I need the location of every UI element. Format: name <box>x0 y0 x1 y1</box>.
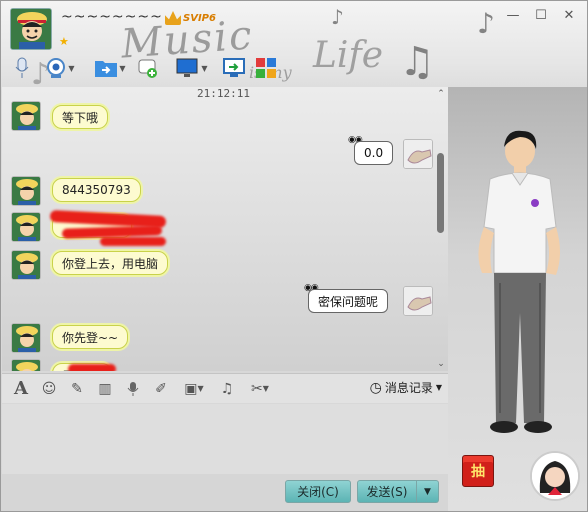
qq-chat-window: ~~~~~~~~ SVIP6 ★ Music is my Life ♪ ♫ ♪ … <box>0 0 588 512</box>
luffy-avatar-icon <box>12 324 40 352</box>
apps-button[interactable] <box>253 55 279 81</box>
contact-avatar[interactable] <box>11 323 41 353</box>
input-toolbar: A ☺ ✎ ▥ ✐ ▣ ▼ ♫ ✂ ▼ ◷ 消息记录 ▼ <box>2 373 448 403</box>
contact-avatar[interactable] <box>11 359 41 371</box>
action-buttons: 关闭(C) 发送(S) ▼ <box>285 480 439 503</box>
message-bubble[interactable]: 等下哦 <box>52 105 109 129</box>
luffy-avatar-icon <box>12 177 40 205</box>
voice-message-icon[interactable] <box>124 380 142 398</box>
send-file-button[interactable]: ▼ <box>91 55 129 81</box>
edit-icon[interactable]: ✐ <box>152 380 170 398</box>
magic-wand-icon[interactable]: ✎ <box>68 380 86 398</box>
luffy-avatar-icon <box>12 251 40 279</box>
scroll-up-icon[interactable]: ⌃ <box>435 89 447 99</box>
microphone-icon <box>15 57 29 78</box>
top-toolbar: ▼ ▼ ▼ <box>9 55 279 81</box>
close-button[interactable]: 关闭(C) <box>285 480 351 503</box>
my-avatar[interactable] <box>403 139 433 169</box>
decor-text-life: Life <box>313 35 384 76</box>
add-chat-icon <box>138 59 157 78</box>
message-timestamp: 21:12:11 <box>197 87 250 100</box>
video-call-button[interactable]: ▼ <box>41 55 79 81</box>
hand-avatar-icon <box>404 287 432 315</box>
monitor-icon <box>176 58 198 77</box>
chat-scrollbar[interactable]: ⌃ ⌄ <box>434 87 448 371</box>
contact-avatar[interactable] <box>10 8 52 50</box>
window-controls: — ☐ ✕ <box>505 7 577 23</box>
my-avatar[interactable] <box>403 286 433 316</box>
remote-desktop-button[interactable]: ▼ <box>173 55 211 81</box>
send-button[interactable]: 发送(S) <box>357 480 417 503</box>
lucky-draw-button[interactable]: 抽 <box>462 455 494 487</box>
luffy-avatar-icon <box>12 360 40 371</box>
close-icon[interactable]: ✕ <box>561 7 577 23</box>
chevron-down-icon: ▼ <box>435 383 442 392</box>
luffy-avatar-icon <box>11 9 51 49</box>
clock-icon: ◷ <box>369 379 382 396</box>
contact-avatar[interactable] <box>11 212 41 242</box>
create-discussion-button[interactable] <box>135 55 161 81</box>
share-screen-icon <box>223 58 245 77</box>
avatar-figure-icon <box>478 130 560 433</box>
emoji-icon[interactable]: ☺ <box>40 380 58 398</box>
folder-icon <box>95 61 118 77</box>
minimize-icon[interactable]: — <box>505 7 521 23</box>
star-icon[interactable]: ★ <box>59 35 69 48</box>
girl-avatar-icon <box>532 453 578 499</box>
contact-avatar[interactable] <box>11 101 41 131</box>
message-input[interactable] <box>2 404 448 474</box>
scrollbar-thumb[interactable] <box>437 153 444 233</box>
luffy-avatar-icon <box>12 213 40 241</box>
redaction-mark <box>68 364 116 371</box>
chevron-down-icon[interactable]: ▼ <box>201 64 207 73</box>
music-note-icon: ♪ <box>477 7 495 40</box>
message-bubble[interactable]: 你先登~~ <box>52 325 129 349</box>
share-screen-button[interactable] <box>221 55 247 81</box>
shake-window-icon[interactable]: ▥ <box>96 380 114 398</box>
chevron-down-icon[interactable]: ▼ <box>417 480 439 503</box>
chevron-down-icon[interactable]: ▼ <box>68 64 74 73</box>
luffy-avatar-icon <box>12 102 40 130</box>
music-note-icon: ♪ <box>331 5 344 29</box>
apps-grid-icon <box>256 58 276 78</box>
screenshot-scissors-icon[interactable]: ✂ ▼ <box>246 380 274 398</box>
hand-avatar-icon <box>404 140 432 168</box>
message-bubble[interactable]: 密保问题呢 <box>308 289 389 313</box>
character-show-panel: 抽 <box>448 87 587 511</box>
send-button-group: 发送(S) ▼ <box>357 480 439 503</box>
redaction-mark <box>100 237 166 246</box>
message-bubble[interactable]: 844350793 <box>52 178 141 202</box>
music-icon[interactable]: ♫ <box>218 380 236 398</box>
character-avatar-button[interactable] <box>530 451 580 501</box>
microphone-icon <box>127 381 139 396</box>
image-icon[interactable]: ▣ ▼ <box>180 380 208 398</box>
contact-avatar[interactable] <box>11 176 41 206</box>
font-icon[interactable]: A <box>12 378 30 399</box>
message-bubble[interactable]: 0.0 <box>354 141 394 165</box>
scroll-down-icon[interactable]: ⌄ <box>435 359 447 369</box>
music-note-icon: ♫ <box>399 39 435 85</box>
chat-history[interactable]: 21:12:11 等下哦 ◉◉ 0.0 844350793 你登上去，用电脑 ◉… <box>2 87 448 371</box>
message-history-button[interactable]: ◷ 消息记录 ▼ <box>370 379 442 396</box>
maximize-icon[interactable]: ☐ <box>533 7 549 23</box>
contact-avatar[interactable] <box>11 250 41 280</box>
webcam-icon <box>47 58 66 78</box>
message-bubble[interactable]: 你登上去，用电脑 <box>52 251 169 275</box>
chevron-down-icon[interactable]: ▼ <box>119 64 125 73</box>
message-history-label: 消息记录 <box>384 381 433 395</box>
voice-call-button[interactable] <box>9 55 35 81</box>
